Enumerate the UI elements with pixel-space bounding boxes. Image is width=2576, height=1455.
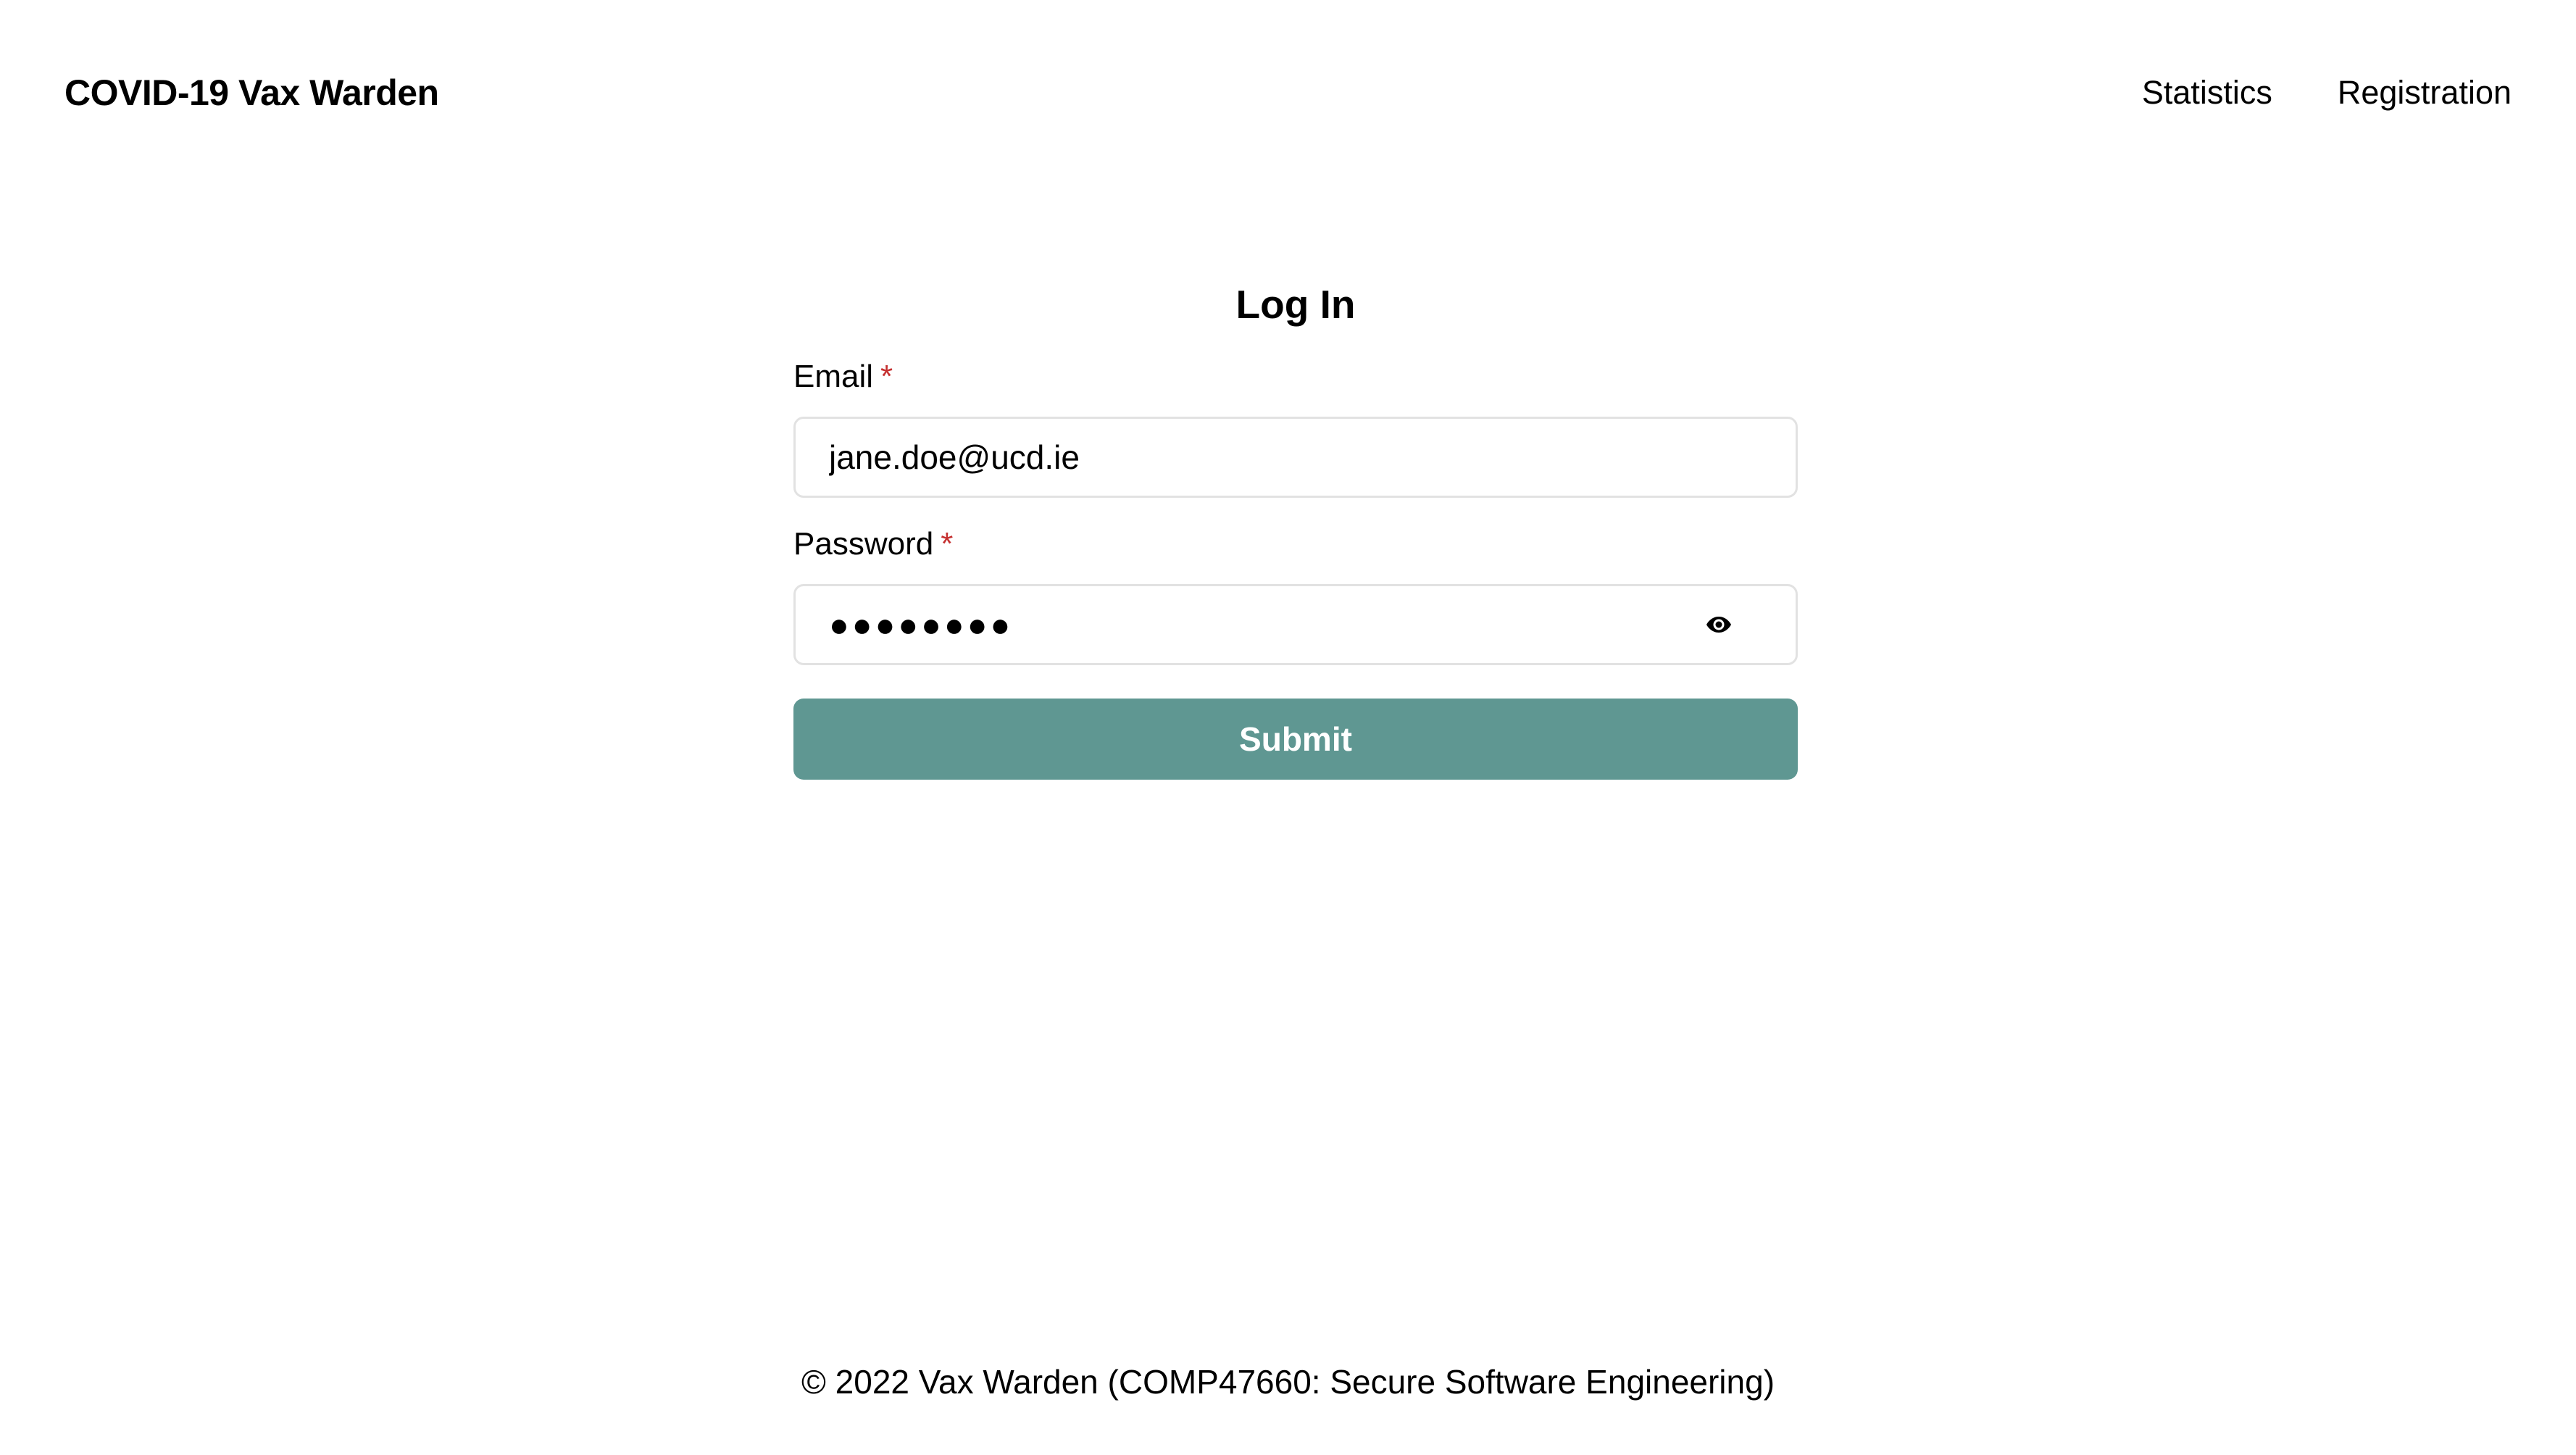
password-field-box xyxy=(793,584,1798,665)
email-field[interactable] xyxy=(829,419,1762,496)
nav-links: Statistics Registration xyxy=(2142,74,2512,112)
navbar: COVID-19 Vax Warden Statistics Registrat… xyxy=(64,64,2512,122)
login-page: COVID-19 Vax Warden Statistics Registrat… xyxy=(0,0,2576,1455)
password-field[interactable] xyxy=(829,586,1697,663)
eye-icon-graphic xyxy=(1706,617,1731,633)
nav-link-registration[interactable]: Registration xyxy=(2338,74,2512,112)
brand-link[interactable]: COVID-19 Vax Warden xyxy=(64,72,439,114)
email-label: Email * xyxy=(793,355,1798,399)
eye-icon[interactable] xyxy=(1697,603,1741,646)
password-label: Password * xyxy=(793,522,1798,566)
email-required-marker: * xyxy=(880,359,893,394)
email-field-box xyxy=(793,417,1798,498)
email-label-text: Email xyxy=(793,359,874,394)
password-label-text: Password xyxy=(793,526,934,562)
login-form: Log In Email* Password* Submit xyxy=(793,275,1798,780)
page-title: Log In xyxy=(1235,282,1356,327)
footer: © 2022 Vax Warden (COMP47660: Secure Sof… xyxy=(801,1363,1775,1401)
nav-link-statistics[interactable]: Statistics xyxy=(2142,74,2272,112)
submit-button[interactable]: Submit xyxy=(793,699,1798,780)
password-required-marker: * xyxy=(941,526,954,562)
